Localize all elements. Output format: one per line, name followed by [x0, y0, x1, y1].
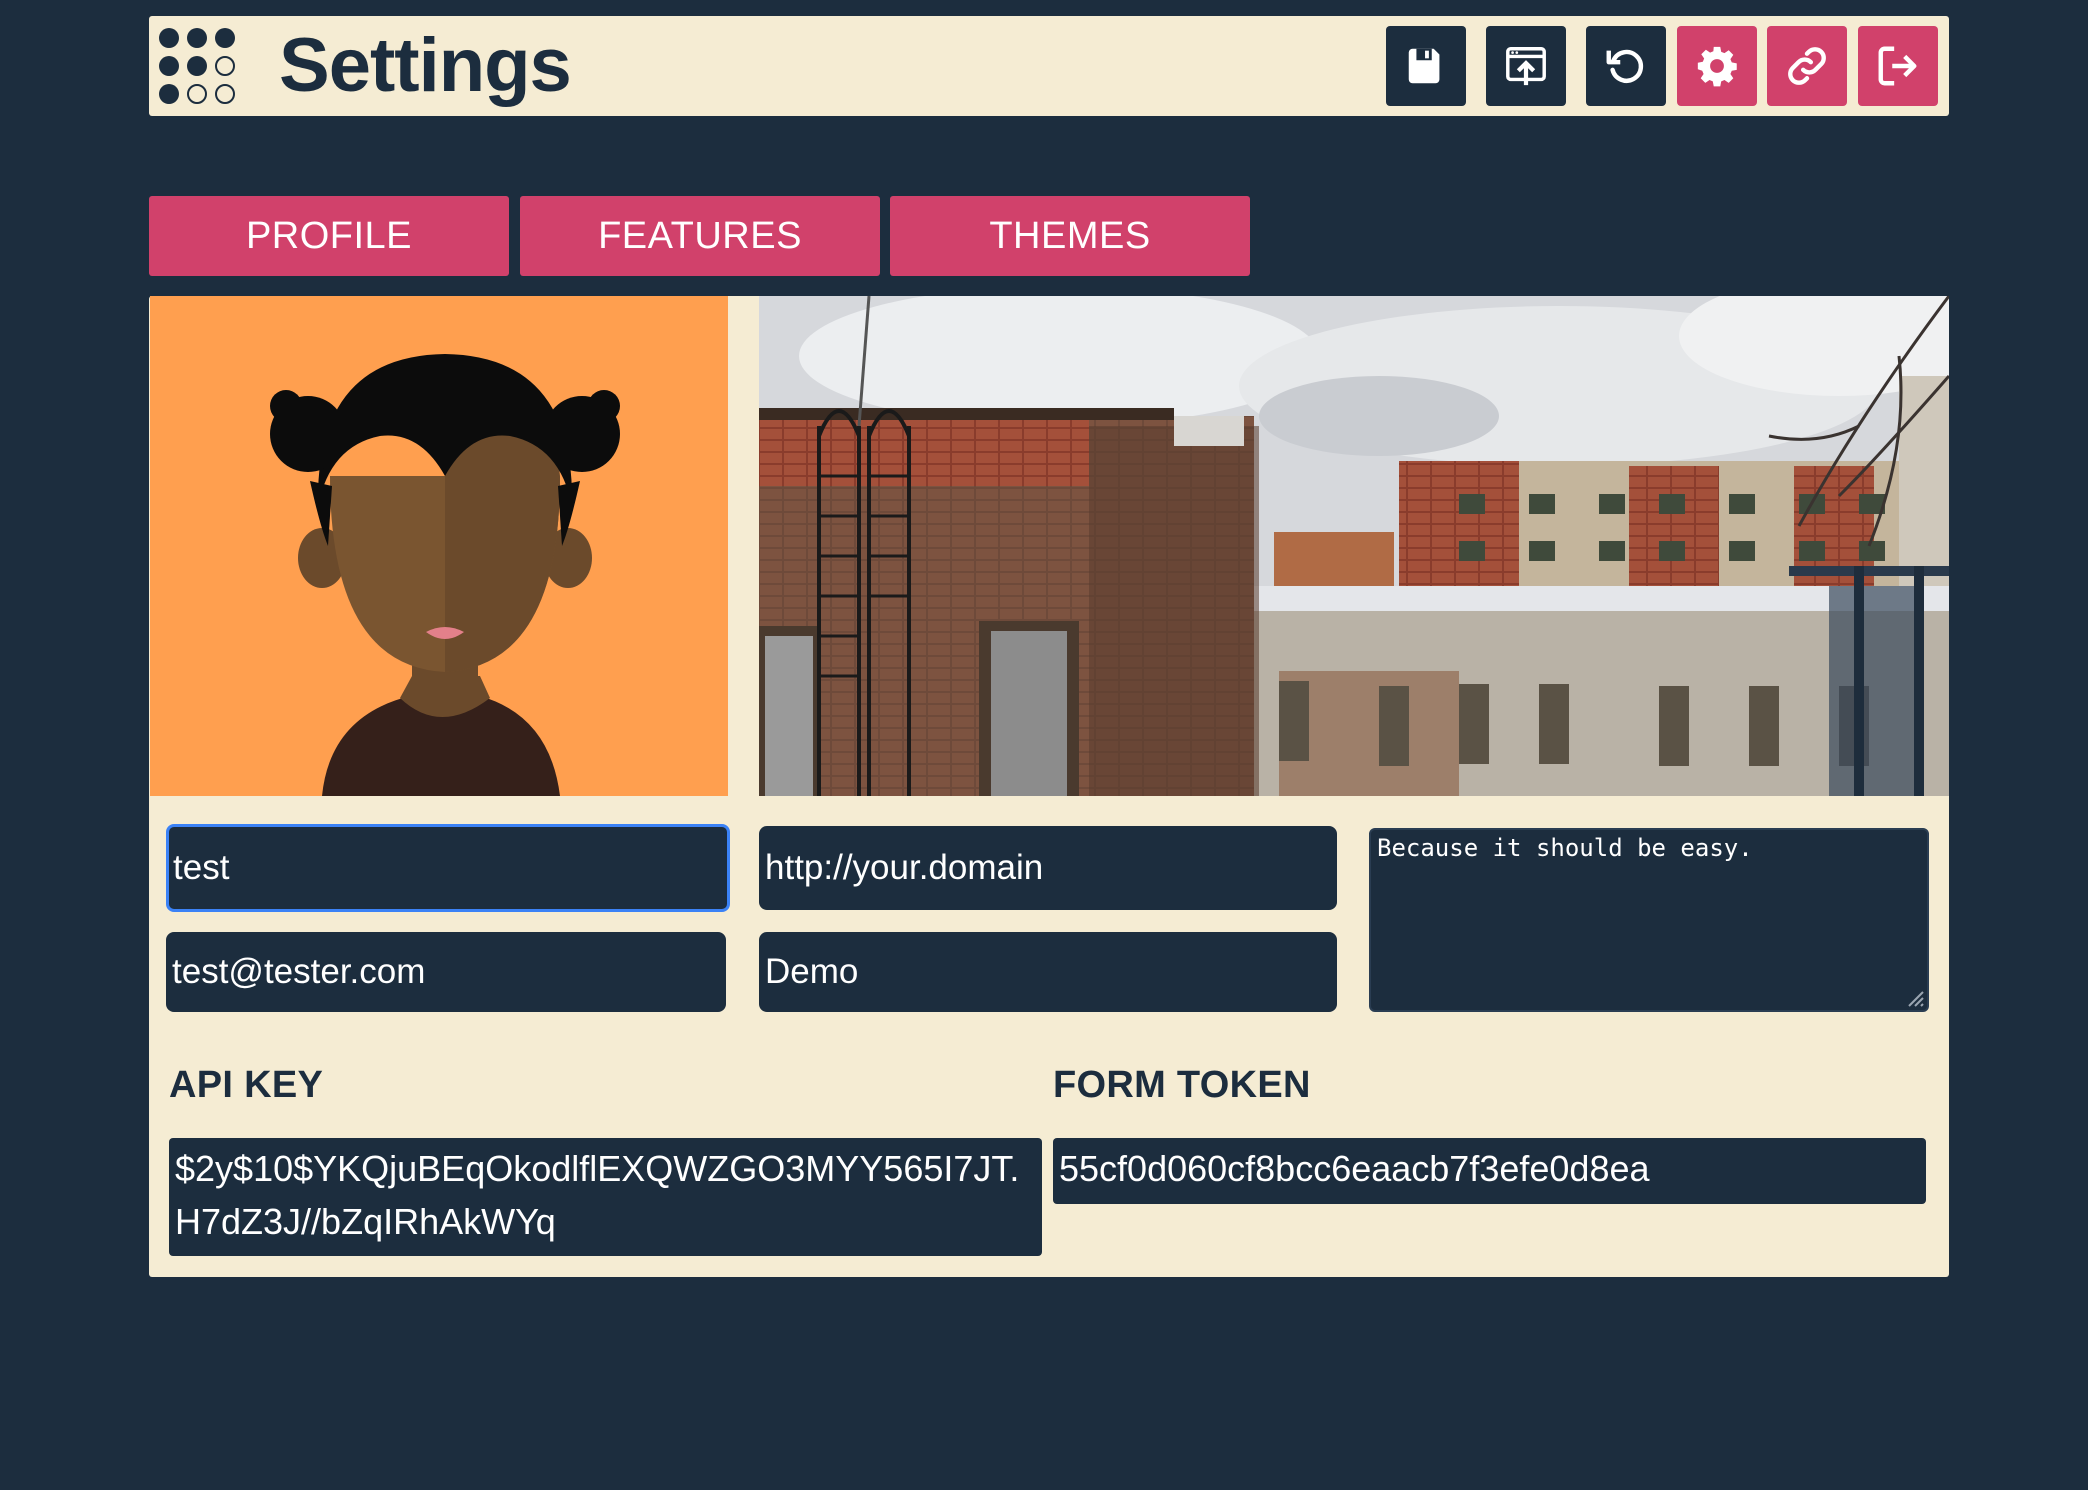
upload-button[interactable] — [1486, 26, 1566, 106]
settings-button[interactable] — [1677, 26, 1757, 106]
logout-icon — [1878, 46, 1917, 86]
save-button[interactable] — [1386, 26, 1466, 106]
logout-button[interactable] — [1858, 26, 1938, 106]
link-icon — [1788, 47, 1826, 85]
resize-handle-icon[interactable] — [1903, 986, 1925, 1008]
save-icon — [1408, 48, 1440, 84]
header-bar: Settings — [149, 16, 1949, 116]
banner-image[interactable] — [759, 296, 1949, 796]
banner-photo — [759, 296, 1949, 796]
username-input[interactable] — [166, 824, 730, 912]
email-input[interactable] — [166, 932, 726, 1012]
avatar-illustration — [270, 354, 620, 796]
upload-icon — [1506, 47, 1546, 86]
page-title: Settings — [279, 23, 572, 108]
link-button[interactable] — [1767, 26, 1847, 106]
form-token-label: FORM TOKEN — [1053, 1064, 1311, 1106]
profile-panel: Because it should be easy. API KEY $2y$1… — [149, 296, 1949, 1277]
logo-grid-icon — [157, 26, 237, 106]
api-key-value[interactable]: $2y$10$YKQjuBEqOkodlflEXQWZGO3MYY565I7JT… — [169, 1138, 1042, 1256]
gear-icon — [1697, 46, 1737, 87]
form-token-value[interactable]: 55cf0d060cf8bcc6eaacb7f3efe0d8ea — [1053, 1138, 1926, 1204]
refresh-button[interactable] — [1586, 26, 1666, 106]
avatar[interactable] — [150, 296, 728, 796]
website-input[interactable] — [759, 826, 1337, 910]
tab-profile[interactable]: PROFILE — [149, 196, 509, 276]
tab-themes[interactable]: THEMES — [890, 196, 1250, 276]
bio-text: Because it should be easy. — [1377, 834, 1753, 862]
display-name-input[interactable] — [759, 932, 1337, 1012]
tab-features[interactable]: FEATURES — [520, 196, 880, 276]
refresh-icon — [1606, 49, 1644, 83]
bio-textarea[interactable]: Because it should be easy. — [1369, 828, 1929, 1012]
api-key-label: API KEY — [169, 1064, 324, 1106]
